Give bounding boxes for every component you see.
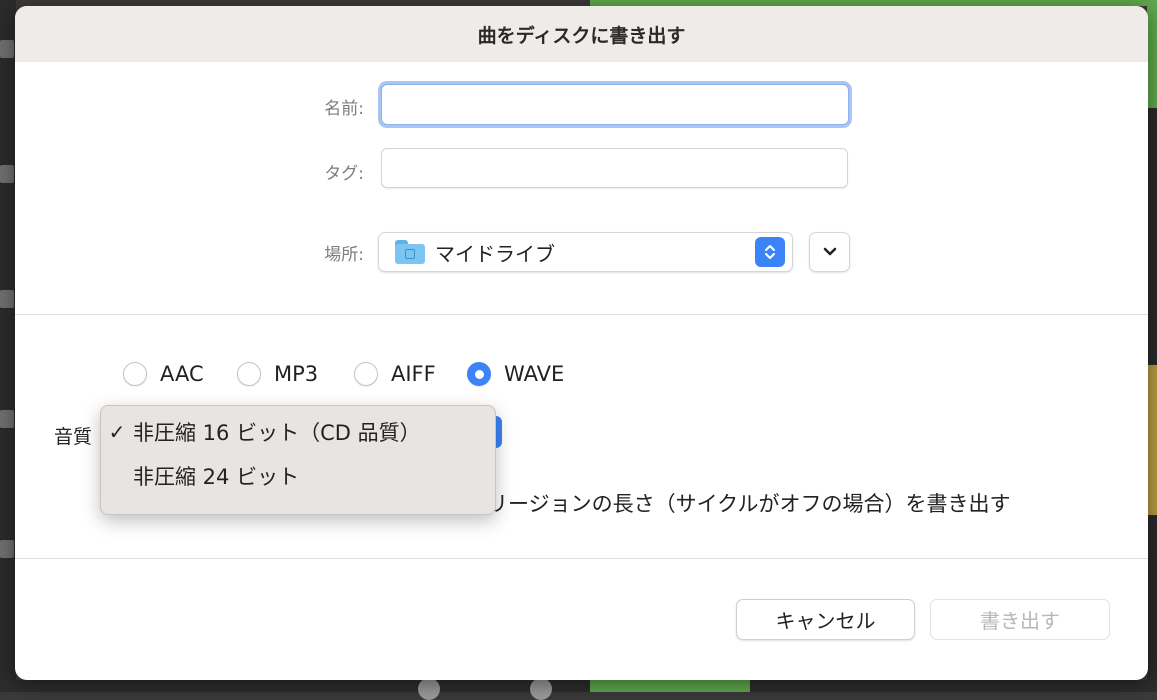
cycle-option-label: リージョンの長さ（サイクルがオフの場合）を書き出す <box>487 492 1011 516</box>
radio-circle <box>354 362 378 386</box>
background-knob <box>418 678 440 700</box>
format-radio-aiff[interactable]: AIFF <box>354 362 436 386</box>
menu-item-24bit[interactable]: 非圧縮 24 ビット <box>101 454 495 498</box>
track-handle <box>0 40 14 58</box>
quality-label: 音質 <box>54 426 93 448</box>
format-label: WAVE <box>504 362 565 386</box>
track-handle <box>0 540 14 558</box>
background-region <box>590 680 750 692</box>
background-region-area <box>1147 0 1157 692</box>
menu-item-16bit[interactable]: ✓ 非圧縮 16 ビット（CD 品質） <box>101 410 495 454</box>
format-label: AIFF <box>391 362 436 386</box>
up-down-chevron-icon <box>755 237 785 267</box>
section-divider <box>15 314 1148 315</box>
format-label: MP3 <box>274 362 319 386</box>
tag-field[interactable] <box>381 148 848 188</box>
background-region <box>1147 0 1157 108</box>
track-handle <box>0 290 14 308</box>
location-label: 場所: <box>324 245 364 265</box>
radio-circle-selected <box>467 362 491 386</box>
export-button[interactable]: 書き出す <box>930 599 1110 640</box>
expand-browser-button[interactable] <box>809 232 850 272</box>
radio-circle <box>123 362 147 386</box>
radio-circle <box>237 362 261 386</box>
section-divider <box>15 558 1148 559</box>
format-radio-aac[interactable]: AAC <box>123 362 204 386</box>
folder-icon <box>395 240 425 264</box>
menu-item-label: 非圧縮 24 ビット <box>133 465 300 489</box>
export-song-dialog: 曲をディスクに書き出す 名前: タグ: 場所: マイドライブ AAC MP3 A… <box>15 6 1148 680</box>
track-handle <box>0 410 14 428</box>
track-handle <box>0 165 14 183</box>
quality-menu: ✓ 非圧縮 16 ビット（CD 品質） 非圧縮 24 ビット <box>100 405 496 515</box>
location-value: マイドライブ <box>435 241 555 266</box>
menu-item-label: 非圧縮 16 ビット（CD 品質） <box>133 421 421 445</box>
name-field[interactable] <box>381 84 849 125</box>
format-radio-mp3[interactable]: MP3 <box>237 362 318 386</box>
background-control-bar <box>0 678 1157 700</box>
background-knob <box>530 678 552 700</box>
background-region <box>1147 365 1157 515</box>
name-label: 名前: <box>324 99 364 119</box>
format-radio-wave[interactable]: WAVE <box>467 362 564 386</box>
background-track-list <box>0 0 16 692</box>
tag-label: タグ: <box>324 164 364 184</box>
checkmark-icon: ✓ <box>108 420 126 444</box>
format-label: AAC <box>160 362 204 386</box>
chevron-down-icon <box>823 247 836 256</box>
cancel-button[interactable]: キャンセル <box>736 599 915 640</box>
location-popup[interactable]: マイドライブ <box>378 232 793 272</box>
dialog-title: 曲をディスクに書き出す <box>15 6 1148 62</box>
